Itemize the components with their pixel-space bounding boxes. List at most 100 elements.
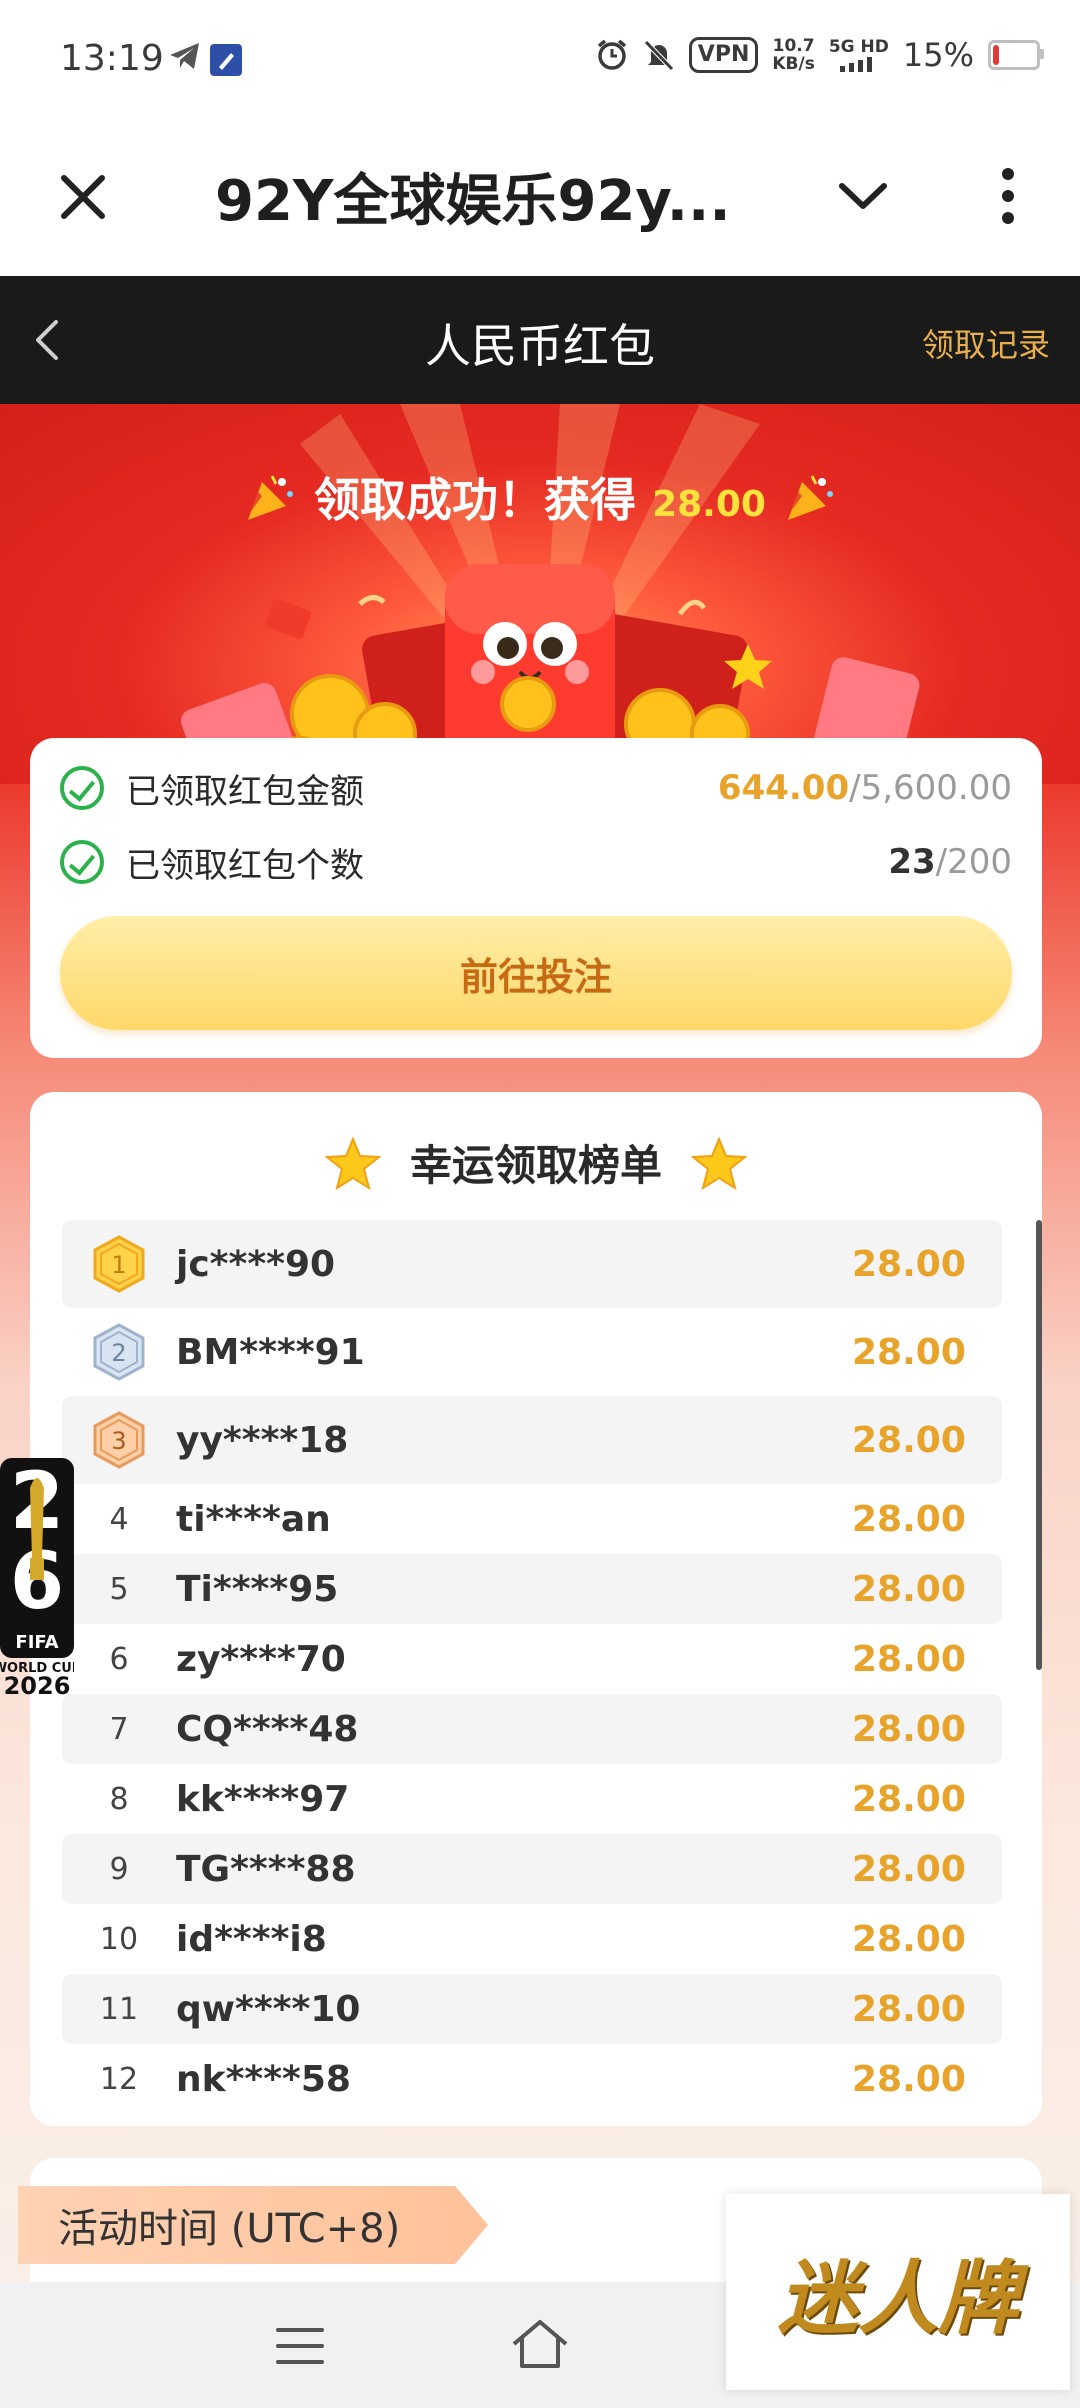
reward-amount: 28.00 [852,1848,966,1890]
amount-value: 644.00/5,600.00 [717,768,1012,808]
browser-page-title: 92Y全球娱乐92y... [215,169,731,234]
rank-number: 4 [109,1501,129,1537]
svg-text:2026: 2026 [4,1672,71,1698]
browser-bar: 92Y全球娱乐92y... [0,120,1080,276]
reward-amount: 28.00 [852,1918,966,1960]
username: CQ****48 [176,1708,359,1750]
username: BM****91 [176,1331,365,1373]
leaderboard-row: 6 zy****70 28.00 [62,1624,1002,1694]
username: TG****88 [176,1848,356,1890]
svg-text:3: 3 [111,1427,126,1455]
brand-logo: 迷人牌 [726,2194,1070,2390]
hero-illustration [181,404,920,784]
net-speed: 10.7 KB/s [772,36,815,74]
records-link[interactable]: 领取记录 [922,320,1050,366]
username: ti****an [176,1498,331,1540]
world-cup-badge[interactable]: 2 6 FIFA WORLD CUP 2026 [0,1457,81,1700]
success-text: 领取成功！获得 [314,473,637,527]
success-amount: 28.00 [652,484,766,525]
leaderboard-row: 1 jc****90 28.00 [62,1220,1002,1308]
app-header: 人民币红包 领取记录 [0,276,1080,404]
reward-amount: 28.00 [852,1988,966,2030]
rank-number: 9 [109,1851,129,1887]
reward-amount: 28.00 [852,1708,966,1750]
count-row: 已领取红包个数 23/200 [60,832,1012,892]
status-bar: 13:19 VPN 10.7 KB/s 5G HD 15% [0,0,1080,120]
go-bet-button[interactable]: 前往投注 [60,916,1012,1030]
leaderboard-row: 11 qw****10 28.00 [62,1974,1002,2044]
check-circle-icon [60,766,104,810]
app-notification-icon [210,44,242,76]
leaderboard-row: 4 ti****an 28.00 [62,1484,1002,1554]
rank-medal-icon: 2 [62,1323,176,1381]
alarm-icon [597,39,626,70]
reward-amount: 28.00 [852,2058,966,2100]
home-icon[interactable] [510,2318,570,2374]
amount-label: 已领取红包金额 [126,771,364,812]
reward-amount: 28.00 [852,1638,966,1680]
leaderboard-row: 5 Ti****95 28.00 [62,1554,1002,1624]
signal-icon: 5G HD [829,38,889,72]
rank-medal-icon: 1 [62,1235,176,1293]
amount-row: 已领取红包金额 644.00/5,600.00 [60,758,1012,818]
username: nk****58 [176,2058,351,2100]
leaderboard-row: 8 kk****97 28.00 [62,1764,1002,1834]
leaderboard-header: 幸运领取榜单 [30,1132,1042,1201]
leaderboard-row: 10 id****i8 28.00 [62,1904,1002,1974]
chevron-down-icon[interactable] [838,182,888,216]
username: id****i8 [176,1918,327,1960]
menu-icon[interactable] [276,2326,324,2370]
reward-amount: 28.00 [852,1778,966,1820]
rank-number: 5 [109,1571,129,1607]
svg-text:2: 2 [111,1339,126,1367]
reward-amount: 28.00 [852,1243,966,1285]
status-time: 13:19 [60,38,164,79]
battery-percent: 15% [902,36,974,74]
rank-number: 6 [109,1641,129,1677]
count-label: 已领取红包个数 [126,845,364,886]
rank-number: 8 [109,1781,129,1817]
page-title: 人民币红包 [425,319,655,373]
leaderboard-row: 12 nk****58 28.00 [62,2044,1002,2114]
leaderboard-scrollbar[interactable] [1036,1220,1042,1670]
rank-number: 12 [99,2061,139,2097]
username: Ti****95 [176,1568,339,1610]
rank-number: 11 [99,1991,139,2027]
party-popper-icon [782,470,838,537]
success-message: 领取成功！获得 28.00 [0,464,1080,537]
username: kk****97 [176,1778,350,1820]
check-circle-icon [60,840,104,884]
reward-amount: 28.00 [852,1568,966,1610]
rank-medal-icon: 3 [62,1411,176,1469]
rank-number: 10 [99,1921,139,1957]
count-value: 23/200 [888,842,1012,882]
reward-amount: 28.00 [852,1498,966,1540]
svg-text:1: 1 [111,1251,126,1279]
leaderboard-row: 7 CQ****48 28.00 [62,1694,1002,1764]
summary-card: 已领取红包金额 644.00/5,600.00 已领取红包个数 23/200 前… [30,738,1042,1058]
party-popper-icon [242,470,298,537]
vpn-badge: VPN [688,37,759,73]
hero-banner: 领取成功！获得 28.00 [0,404,1080,784]
username: qw****10 [176,1988,361,2030]
more-vert-icon[interactable] [996,166,1020,230]
star-icon [689,1135,748,1201]
leaderboard-row: 3 yy****18 28.00 [62,1396,1002,1484]
leaderboard-row: 9 TG****88 28.00 [62,1834,1002,1904]
leaderboard-title: 幸运领取榜单 [409,1141,662,1190]
close-icon[interactable] [58,172,108,226]
activity-time-tab: 活动时间 (UTC+8) [18,2186,488,2264]
status-indicators: VPN 10.7 KB/s 5G HD 15% [595,36,1044,74]
leaderboard-row: 2 BM****91 28.00 [62,1308,1002,1396]
username: zy****70 [176,1638,346,1680]
mute-icon [643,40,674,71]
telegram-icon [168,40,202,76]
username: yy****18 [176,1419,349,1461]
star-icon [324,1135,383,1201]
leaderboard-list[interactable]: 1 jc****90 28.00 2 BM****91 28.00 3 yy****18 28.… [62,1220,1002,2126]
leaderboard-card: 幸运领取榜单 1 jc****90 28.00 2 BM****91 28.00 3 yy**… [30,1092,1042,2126]
reward-amount: 28.00 [852,1331,966,1373]
svg-text:FIFA: FIFA [15,1632,58,1653]
battery-icon [988,40,1044,70]
rank-number: 7 [109,1711,129,1747]
